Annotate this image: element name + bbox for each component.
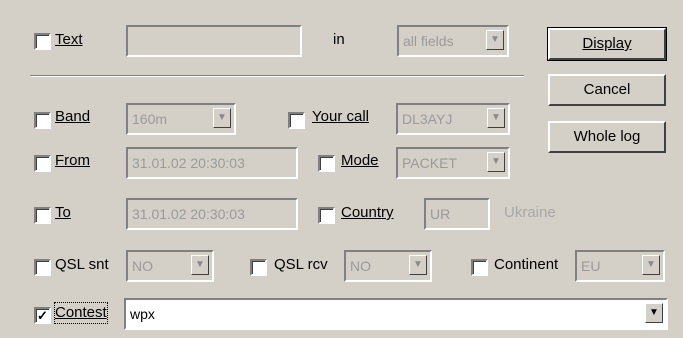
from-input[interactable]: 31.01.02 20:30:03 <box>126 147 298 179</box>
search-field-value: all fields <box>403 33 454 49</box>
country-input[interactable]: UR <box>424 198 490 230</box>
mode-label: Mode <box>341 152 379 169</box>
continent-value: EU <box>581 258 601 274</box>
country-label: Country <box>341 204 394 221</box>
chevron-down-icon[interactable]: ▼ <box>486 30 504 50</box>
qsl-sent-select[interactable]: NO ▼ <box>126 250 214 282</box>
cancel-button[interactable]: Cancel <box>548 74 666 106</box>
continent-select[interactable]: EU ▼ <box>575 250 665 282</box>
band-label: Band <box>55 108 91 125</box>
mode-value: PACKET <box>402 155 457 171</box>
text-label: Text <box>55 31 83 48</box>
log-filter-dialog: Text in all fields ▼ Band 160m ▼ Your ca… <box>0 0 683 338</box>
search-field-select[interactable]: all fields ▼ <box>397 25 509 57</box>
chevron-down-icon[interactable]: ▼ <box>642 255 660 275</box>
band-value: 160m <box>132 111 168 127</box>
chevron-down-icon[interactable]: ▼ <box>213 108 231 128</box>
check-icon: ✓ <box>37 308 48 323</box>
text-input[interactable] <box>126 25 302 57</box>
contest-select[interactable]: wpx ▼ <box>124 298 668 330</box>
chevron-down-icon[interactable]: ▼ <box>191 255 209 275</box>
qsl-sent-label: QSL snt <box>55 256 109 273</box>
contest-checkbox[interactable]: ✓ <box>34 307 51 324</box>
your-call-label: Your call <box>312 108 369 125</box>
your-call-select[interactable]: DL3AYJ ▼ <box>396 103 510 135</box>
qsl-rcv-value: NO <box>350 258 371 274</box>
your-call-value: DL3AYJ <box>402 111 453 127</box>
to-checkbox[interactable] <box>34 207 51 224</box>
chevron-down-icon[interactable]: ▼ <box>645 303 663 323</box>
whole-log-button[interactable]: Whole log <box>548 121 666 153</box>
in-label: in <box>333 31 345 48</box>
chevron-down-icon[interactable]: ▼ <box>487 108 505 128</box>
display-button[interactable]: Display <box>547 27 667 61</box>
to-label: To <box>55 204 71 221</box>
contest-value: wpx <box>130 306 155 322</box>
qsl-rcv-checkbox[interactable] <box>250 259 267 276</box>
mode-checkbox[interactable] <box>318 155 335 172</box>
qsl-rcv-label: QSL rcv <box>274 256 328 273</box>
from-checkbox[interactable] <box>34 155 51 172</box>
band-checkbox[interactable] <box>34 112 51 129</box>
text-checkbox[interactable] <box>34 33 51 50</box>
separator <box>30 75 524 77</box>
qsl-sent-checkbox[interactable] <box>34 259 51 276</box>
chevron-down-icon[interactable]: ▼ <box>409 255 427 275</box>
qsl-sent-value: NO <box>132 258 153 274</box>
mode-select[interactable]: PACKET ▼ <box>396 147 510 179</box>
band-select[interactable]: 160m ▼ <box>126 103 236 135</box>
qsl-rcv-select[interactable]: NO ▼ <box>344 250 432 282</box>
chevron-down-icon[interactable]: ▼ <box>487 152 505 172</box>
country-name: Ukraine <box>504 204 556 221</box>
to-input[interactable]: 31.01.02 20:30:03 <box>126 198 298 230</box>
your-call-checkbox[interactable] <box>288 112 305 129</box>
country-checkbox[interactable] <box>318 207 335 224</box>
continent-label: Continent <box>494 256 559 273</box>
continent-checkbox[interactable] <box>471 259 488 276</box>
contest-label: Contest <box>54 302 108 324</box>
from-label: From <box>55 152 90 169</box>
